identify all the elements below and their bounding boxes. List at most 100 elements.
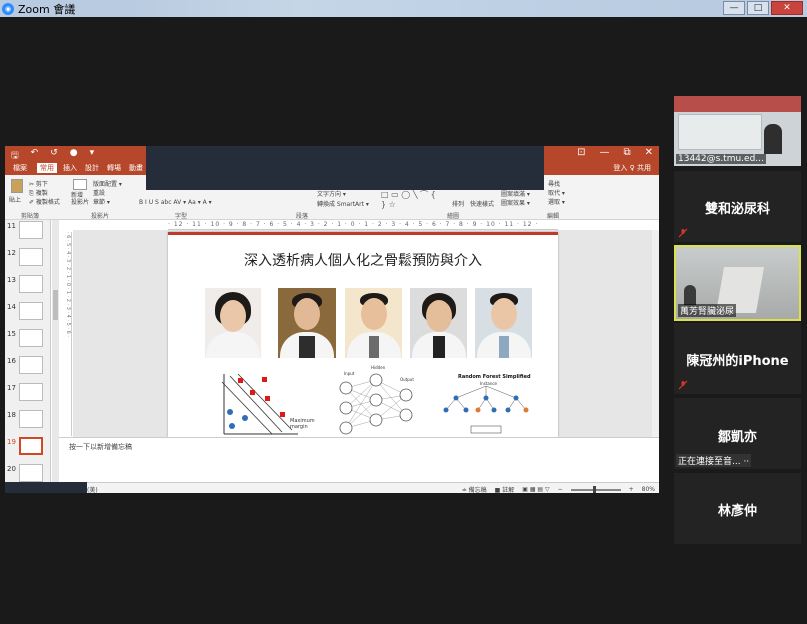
shapes-gallery[interactable]: □ ▭ ◯ ╲ ⌒ { } ☆	[381, 189, 441, 209]
svm-hyperplane	[237, 373, 293, 431]
tab-file[interactable]: 檔案	[13, 163, 27, 173]
zoom-slider[interactable]	[570, 485, 621, 493]
face-shape	[360, 298, 387, 330]
group-font: 字型	[175, 213, 188, 220]
section-button[interactable]: 章節 ▾	[93, 197, 110, 206]
face-shape	[490, 298, 517, 330]
svm-figure[interactable]	[220, 372, 300, 437]
svm-class-a-point	[280, 412, 285, 417]
cut-button[interactable]: ✂ 剪下	[29, 179, 48, 188]
thumbnail-16[interactable]: 16	[5, 355, 51, 377]
participant-video-1[interactable]: 13442@s.tmu.ed...	[674, 96, 801, 166]
svm-class-b-point	[242, 415, 248, 421]
participant-name: 陳冠州的iPhone	[686, 354, 789, 369]
scroll-thumb[interactable]	[53, 290, 58, 320]
reset-button[interactable]: 重設	[93, 188, 105, 197]
thumbnail-13[interactable]: 13	[5, 274, 51, 296]
horizontal-ruler: · 12 · 11 · 10 · 9 · 8 · 7 · 6 · 5 · 4 ·…	[168, 221, 558, 230]
participant-tile-4[interactable]: 陳冠州的iPhone	[674, 323, 801, 394]
minimize-button[interactable]: —	[723, 1, 745, 15]
notes-pane[interactable]: 按一下以新增備忘稿	[59, 437, 659, 482]
thumbnail-17[interactable]: 17	[5, 382, 51, 404]
notes-toggle[interactable]: ≐ 備忘稿	[462, 485, 487, 493]
shared-screen[interactable]: 🖫 ↶ ↺ ● ▾ ⊡ — ⧉ ✕ 檔案 常用 插入 設計 轉場 動畫 登入 ♀…	[5, 146, 659, 493]
thumbnail-11[interactable]: 11	[5, 220, 51, 242]
thumbnail-18[interactable]: 18	[5, 409, 51, 431]
nn-output-label: Output	[400, 377, 414, 382]
thumbnail-14[interactable]: 14	[5, 301, 51, 323]
participant-tile-5[interactable]: 鄒凱亦 正在連接至音... ··	[674, 398, 801, 469]
vertical-ruler: · 6 · 5 · 4 · 3 · 2 · 1 · 0 · 1 · 2 · 3 …	[63, 232, 72, 436]
tab-insert[interactable]: 插入	[63, 163, 77, 173]
comments-toggle[interactable]: ■ 註解	[495, 485, 515, 493]
tab-transitions[interactable]: 轉場	[107, 163, 121, 173]
group-editing: 編輯	[547, 213, 560, 220]
slide-accent-bar	[168, 232, 558, 235]
zoom-level[interactable]: 80%	[642, 486, 655, 493]
paste-button[interactable]: 貼上	[9, 195, 21, 204]
status-language: (美)	[87, 487, 98, 493]
thumb-preview	[19, 248, 43, 266]
close-button[interactable]: ✕	[771, 1, 803, 15]
zoom-out-button[interactable]: −	[558, 486, 563, 493]
thumbnail-15[interactable]: 15	[5, 328, 51, 350]
participant-tile-6[interactable]: 林彥仲	[674, 473, 801, 544]
maximize-button[interactable]: □	[747, 1, 769, 15]
portrait-photo-4[interactable]	[410, 288, 467, 358]
thumbnail-scrollbar[interactable]	[52, 220, 59, 482]
find-button[interactable]: 尋找	[548, 179, 560, 188]
participant-name-label: 萬芳腎臟泌尿	[678, 304, 737, 317]
thumbnail-19[interactable]: 19	[5, 436, 51, 458]
portrait-photo-2[interactable]	[278, 288, 336, 358]
window-controls: — □ ✕	[723, 1, 803, 15]
tab-home[interactable]: 常用	[37, 163, 57, 173]
ppt-restore-button[interactable]: ⧉	[623, 147, 630, 158]
zoom-logo-icon: ◉	[2, 2, 14, 15]
ppt-minimize-button[interactable]: —	[599, 147, 609, 158]
notes-placeholder[interactable]: 按一下以新增備忘稿	[69, 442, 132, 452]
text-direction-button[interactable]: 文字方向 ▾	[317, 189, 346, 198]
quick-styles-button[interactable]: 快速樣式	[470, 199, 494, 208]
tab-design[interactable]: 設計	[85, 163, 99, 173]
slide-heading[interactable]: 深入透析病人個人化之骨鬆預防與介入	[168, 250, 558, 270]
current-slide[interactable]: 深入透析病人個人化之骨鬆預防與介入 Maximum margin Input H…	[168, 232, 558, 437]
participant-name: 鄒凱亦	[717, 430, 757, 445]
view-buttons[interactable]: ▣ ▦ ▤ ▽	[522, 486, 549, 493]
smartart-button[interactable]: 轉換成 SmartArt ▾	[317, 199, 369, 208]
portrait-photo-3[interactable]	[345, 288, 402, 358]
font-format-tools[interactable]: B I U S abc AV ▾ Aa ▾ A ▾	[139, 199, 212, 206]
portrait-photo-1[interactable]	[205, 288, 261, 358]
shape-fill-button[interactable]: 圖案填滿 ▾	[501, 189, 530, 198]
face-shape	[425, 300, 452, 332]
status-bar: (美) ≐ 備忘稿 ■ 註解 ▣ ▦ ▤ ▽ − + 80%	[5, 482, 659, 493]
coat-shape	[206, 332, 260, 358]
slide-thumbnail-pane[interactable]: 11 12 13 14 15 16 17 18 19 20	[5, 220, 51, 482]
participant-tile-2[interactable]: 雙和泌尿科	[674, 171, 801, 242]
participant-video-3[interactable]: 萬芳腎臟泌尿	[674, 245, 801, 321]
tab-animations[interactable]: 動畫	[129, 163, 143, 173]
rf-nodes	[443, 395, 529, 413]
ppt-close-button[interactable]: ✕	[645, 147, 653, 158]
replace-button[interactable]: 取代 ▾	[548, 188, 565, 197]
thumb-number: 19	[7, 438, 16, 446]
shape-effects-button[interactable]: 圖案效果 ▾	[501, 198, 530, 207]
select-button[interactable]: 選取 ▾	[548, 197, 565, 206]
new-slide-icon[interactable]	[73, 179, 87, 190]
ribbon-display-icon[interactable]: ⊡	[577, 147, 585, 158]
svm-class-a-point	[262, 377, 267, 382]
format-painter-button[interactable]: ✐ 複製格式	[29, 197, 60, 206]
random-forest-figure[interactable]	[436, 386, 536, 436]
thumbnail-12[interactable]: 12	[5, 247, 51, 269]
new-slide-button[interactable]: 新增 投影片	[71, 192, 89, 206]
layout-button[interactable]: 版面配置 ▾	[93, 179, 122, 188]
signin-share[interactable]: 登入 ♀ 共用	[613, 163, 651, 173]
thumb-preview	[19, 302, 43, 320]
slide-scrollbar[interactable]	[652, 230, 659, 437]
rf-vote-box	[470, 425, 502, 434]
arrange-button[interactable]: 排列	[452, 199, 464, 208]
paste-icon[interactable]	[11, 179, 23, 193]
zoom-in-button[interactable]: +	[629, 486, 634, 493]
portrait-photo-5[interactable]	[475, 288, 532, 358]
status-right: ≐ 備忘稿 ■ 註解 ▣ ▦ ▤ ▽ − + 80%	[462, 485, 655, 493]
blurred-taskbar-region	[130, 0, 690, 17]
